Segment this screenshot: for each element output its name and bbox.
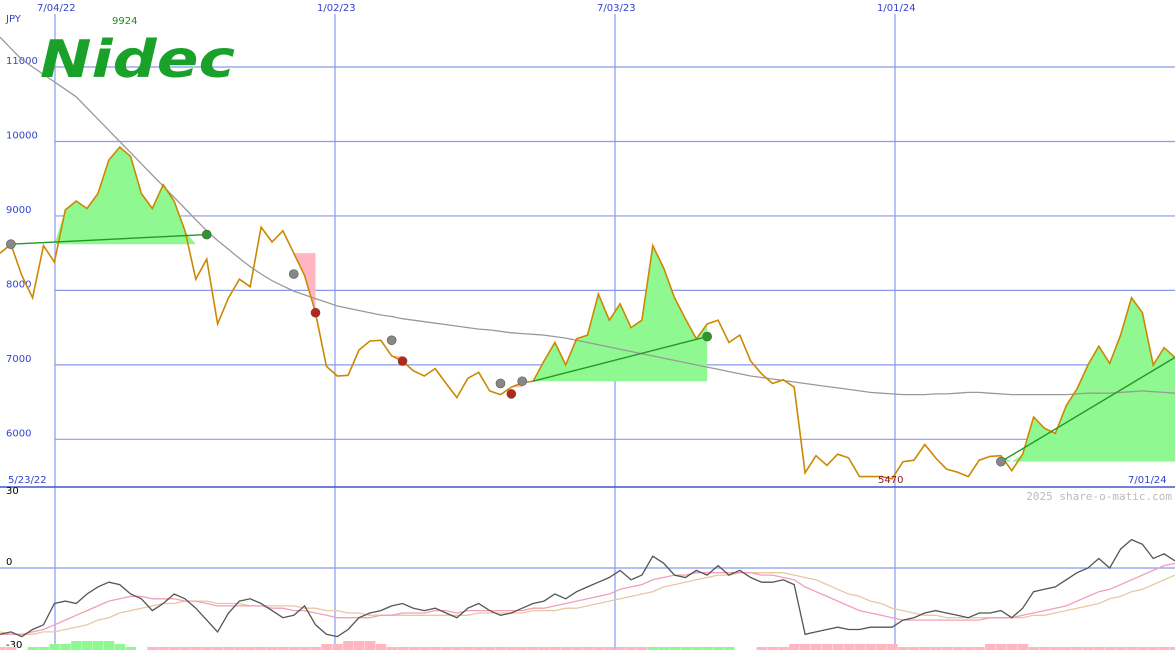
histogram-bar bbox=[354, 641, 365, 650]
histogram-bar bbox=[343, 641, 354, 650]
histogram-bar bbox=[92, 641, 104, 650]
start-date-label: 5/23/22 bbox=[8, 475, 47, 486]
osc-tick-label: 30 bbox=[6, 486, 19, 497]
logo-text: Nidec bbox=[40, 30, 235, 90]
x-tick-label: 7/03/23 bbox=[597, 3, 636, 14]
oscillator-panel: 300-30 bbox=[0, 486, 1175, 650]
price-lines bbox=[0, 36, 1175, 480]
histogram-bar bbox=[375, 644, 387, 650]
min-price-label: 5470 bbox=[878, 475, 903, 486]
histogram-bar bbox=[876, 644, 887, 650]
x-tick-label: 7/04/22 bbox=[37, 3, 76, 14]
trend-marker bbox=[397, 356, 408, 366]
y-tick-label: 11000 bbox=[6, 56, 38, 67]
histogram-bar bbox=[71, 641, 82, 650]
histogram-bar bbox=[114, 644, 126, 650]
x-tick-label: 1/02/23 bbox=[317, 3, 356, 14]
momentum-line bbox=[0, 538, 1175, 638]
histogram-bar bbox=[103, 641, 115, 650]
trend-marker bbox=[6, 239, 16, 250]
histogram-bar bbox=[332, 644, 343, 650]
histogram-bar bbox=[321, 644, 332, 650]
histogram-bar bbox=[832, 644, 844, 650]
gain-loss-regions bbox=[10, 147, 1175, 462]
trend-marker bbox=[310, 307, 321, 318]
nidec-logo: Nidec bbox=[40, 30, 235, 90]
osc-tick-label: 0 bbox=[6, 557, 12, 568]
share-chart: 110001000090008000700060007/04/22 1/02/23… bbox=[0, 3, 1175, 650]
histogram-bar bbox=[854, 644, 865, 650]
histogram-bar bbox=[1017, 644, 1029, 650]
trend-marker bbox=[506, 389, 517, 399]
slow-signal-line bbox=[0, 572, 1175, 635]
trend-marker bbox=[386, 335, 397, 346]
histogram-bar bbox=[810, 644, 822, 650]
trend-marker bbox=[996, 456, 1006, 467]
price-line bbox=[0, 145, 1175, 480]
trend-marker bbox=[495, 378, 506, 389]
histogram-bar bbox=[865, 644, 876, 650]
signal-line bbox=[0, 562, 1175, 635]
histogram-bar bbox=[995, 644, 1007, 650]
histogram-bar bbox=[49, 644, 60, 650]
y-tick-label: 9000 bbox=[6, 205, 31, 216]
histogram-bar bbox=[789, 644, 800, 650]
histogram-bar bbox=[364, 641, 376, 650]
histogram-bar bbox=[985, 644, 996, 650]
trend-marker bbox=[288, 269, 299, 279]
watermark: 2025 share-o-matic.com bbox=[1026, 490, 1172, 503]
y-tick-label: 6000 bbox=[6, 428, 31, 439]
currency-label: JPY bbox=[5, 14, 22, 25]
histogram-bar bbox=[1006, 644, 1018, 650]
histogram-bar bbox=[821, 644, 833, 650]
gain-region bbox=[533, 245, 708, 382]
max-price-label: 9924 bbox=[112, 16, 137, 27]
histogram-bar bbox=[60, 644, 71, 650]
grid-lines: 110001000090008000700060007/04/22 1/02/23… bbox=[0, 3, 1175, 650]
x-tick-label: 1/01/24 bbox=[877, 3, 916, 14]
end-date-label: 7/01/24 bbox=[1128, 475, 1167, 486]
trend-marker bbox=[517, 376, 528, 387]
histogram-bar bbox=[800, 644, 811, 650]
trend-marker bbox=[201, 229, 212, 240]
histogram-bar bbox=[82, 641, 93, 650]
histogram-bar bbox=[843, 644, 855, 650]
histogram-bar bbox=[887, 644, 898, 650]
trend-marker bbox=[702, 331, 712, 342]
y-tick-label: 10000 bbox=[6, 130, 38, 141]
y-tick-label: 7000 bbox=[6, 354, 31, 365]
